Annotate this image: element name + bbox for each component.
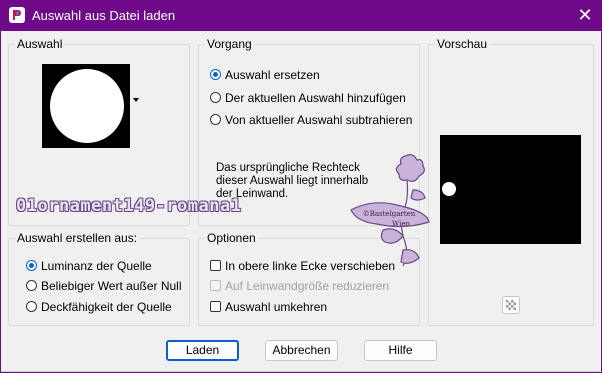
radio-opacity[interactable]: Deckfähigkeit der Quelle xyxy=(26,299,172,315)
paintshop-icon xyxy=(9,7,25,23)
checkbox-label: Auf Leinwandgröße reduzieren xyxy=(225,279,390,293)
group-auswahl-legend: Auswahl xyxy=(15,37,65,51)
checkbox xyxy=(210,280,221,292)
radio-luminance[interactable]: Luminanz der Quelle xyxy=(26,258,152,274)
ornament-watermark-icon: ©Bastelgarten Wien xyxy=(350,154,430,267)
radio-label: Beliebiger Wert außer Null xyxy=(41,279,182,293)
radio-button[interactable] xyxy=(210,69,221,81)
cancel-button[interactable]: Abbrechen xyxy=(265,340,338,361)
group-optionen-legend: Optionen xyxy=(205,231,258,245)
transparency-toggle-icon[interactable] xyxy=(502,296,520,314)
radio-label: Deckfähigkeit der Quelle xyxy=(41,300,172,314)
preview-dot xyxy=(442,182,456,196)
group-vorgang-legend: Vorgang xyxy=(205,37,254,51)
radio-nonzero[interactable]: Beliebiger Wert außer Null xyxy=(26,278,182,294)
chevron-down-icon[interactable] xyxy=(133,98,139,102)
selection-thumbnail[interactable] xyxy=(42,64,130,148)
radio-replace[interactable]: Auswahl ersetzen xyxy=(210,67,320,83)
radio-add[interactable]: Der aktuellen Auswahl hinzufügen xyxy=(210,90,406,106)
radio-label: Luminanz der Quelle xyxy=(41,259,152,273)
help-button[interactable]: Hilfe xyxy=(364,340,437,361)
load-button[interactable]: Laden xyxy=(166,340,239,361)
radio-button[interactable] xyxy=(210,92,221,104)
radio-subtract[interactable]: Von aktueller Auswahl subtrahieren xyxy=(210,112,412,128)
radio-label: Der aktuellen Auswahl hinzufügen xyxy=(225,91,406,105)
radio-button[interactable] xyxy=(210,114,221,126)
check-reduce-canvas: Auf Leinwandgröße reduzieren xyxy=(210,278,389,294)
radio-button[interactable] xyxy=(26,260,37,272)
checkbox[interactable] xyxy=(210,260,221,272)
radio-button[interactable] xyxy=(26,301,37,313)
radio-label: Von aktueller Auswahl subtrahieren xyxy=(225,113,413,127)
group-erstellen-legend: Auswahl erstellen aus: xyxy=(15,231,140,245)
checkbox-label: Auswahl umkehren xyxy=(225,300,328,314)
ornament-text-1: ©Bastelgarten xyxy=(363,210,416,218)
preview-image xyxy=(440,135,581,244)
group-vorschau-legend: Vorschau xyxy=(435,37,490,51)
title-bar[interactable]: Auswahl aus Datei laden ✕ xyxy=(0,0,602,31)
ornament-text-2: Wien xyxy=(392,220,410,228)
checkbox[interactable] xyxy=(210,301,221,313)
close-button[interactable]: ✕ xyxy=(572,4,598,26)
radio-button[interactable] xyxy=(26,280,37,292)
check-invert[interactable]: Auswahl umkehren xyxy=(210,299,327,315)
radio-label: Auswahl ersetzen xyxy=(225,68,320,82)
window-title: Auswahl aus Datei laden xyxy=(32,8,176,23)
watermark-name: 01ornament149-romana1 xyxy=(16,196,242,216)
thumbnail-circle xyxy=(50,69,124,143)
